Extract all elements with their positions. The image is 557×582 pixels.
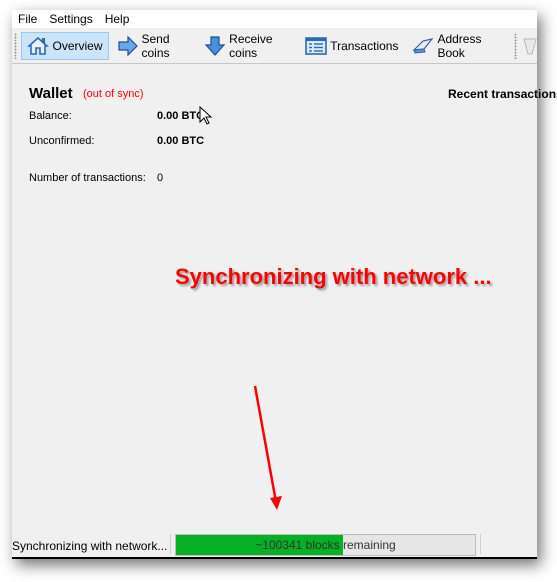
sync-progress-bar: ~100341 blocks remaining <box>175 534 476 556</box>
num-transactions-label: Number of transactions: <box>29 172 146 184</box>
toolbar: Overview Send coins Receive coins Transa… <box>12 29 537 64</box>
menu-bar: File Settings Help <box>12 10 537 28</box>
toolbar-grip-secondary[interactable] <box>513 33 517 59</box>
recent-transactions-heading: Recent transactions <box>448 87 557 101</box>
main-window: File Settings Help Overview Send coins R… <box>12 10 557 559</box>
annotation-arrow-icon <box>247 384 287 517</box>
sync-status-text: Synchronizing with network... <box>12 539 168 553</box>
status-separator <box>170 534 171 554</box>
menu-file[interactable]: File <box>12 10 43 28</box>
transactions-button[interactable]: Transactions <box>299 32 404 60</box>
address-book-icon <box>412 35 434 57</box>
send-arrow-icon <box>117 35 139 57</box>
menu-settings[interactable]: Settings <box>43 10 98 28</box>
transactions-list-icon <box>305 35 328 57</box>
overflow-icon[interactable] <box>523 36 537 56</box>
toolbar-grip[interactable] <box>14 33 18 59</box>
status-bar: Synchronizing with network... ~100341 bl… <box>12 531 537 557</box>
transactions-label: Transactions <box>330 39 399 53</box>
send-coins-button[interactable]: Send coins <box>111 32 197 60</box>
address-book-label: Address Book <box>437 32 482 60</box>
sync-annotation: Synchronizing with network ... <box>175 264 492 289</box>
wallet-title: Wallet <box>29 85 73 102</box>
menu-help[interactable]: Help <box>99 10 136 28</box>
num-transactions-value: 0 <box>157 172 164 184</box>
sync-progress-label: ~100341 blocks remaining <box>255 538 396 552</box>
address-book-button[interactable]: Address Book <box>406 32 505 60</box>
status-separator-right <box>480 534 481 554</box>
overview-label: Overview <box>52 39 103 53</box>
home-icon <box>27 35 50 57</box>
receive-coins-label: Receive coins <box>229 32 273 60</box>
overview-page: Wallet (out of sync) Balance: 0.00 BTC U… <box>12 64 557 528</box>
receive-arrow-icon <box>204 35 226 57</box>
unconfirmed-value: 0.00 BTC <box>157 135 205 147</box>
mouse-cursor-icon <box>199 105 213 129</box>
out-of-sync-label: (out of sync) <box>83 88 144 100</box>
send-coins-label: Send coins <box>141 32 170 60</box>
receive-coins-button[interactable]: Receive coins <box>198 32 297 60</box>
balance-label: Balance: <box>29 110 72 122</box>
overview-button[interactable]: Overview <box>21 32 109 60</box>
balance-value: 0.00 BTC <box>157 110 205 122</box>
unconfirmed-label: Unconfirmed: <box>29 135 95 147</box>
